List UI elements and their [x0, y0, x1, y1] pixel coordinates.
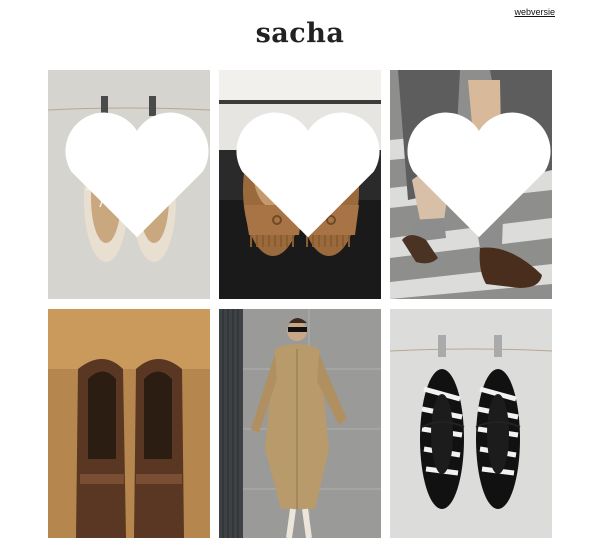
model-in-beige-jacket-image: [219, 309, 381, 538]
product-tile-brown-fringe-mules[interactable]: [219, 70, 381, 299]
heart-icon[interactable]: [398, 70, 552, 291]
web-version-link[interactable]: webversie: [514, 7, 555, 17]
product-tile-street-loafers[interactable]: [390, 70, 552, 299]
brand-logo[interactable]: sacha: [0, 18, 600, 49]
product-tile-zebra-flats[interactable]: [390, 309, 552, 538]
brown-leather-loafers-closeup-image: [48, 309, 210, 538]
product-grid: [48, 70, 552, 538]
zebra-print-ballet-flats-image: [390, 309, 552, 538]
product-tile-brown-loafers[interactable]: [48, 309, 210, 538]
heart-icon[interactable]: [56, 70, 210, 291]
product-tile-model-jacket[interactable]: [219, 309, 381, 538]
heart-icon[interactable]: [227, 70, 381, 291]
product-tile-beige-ballet-flats[interactable]: [48, 70, 210, 299]
